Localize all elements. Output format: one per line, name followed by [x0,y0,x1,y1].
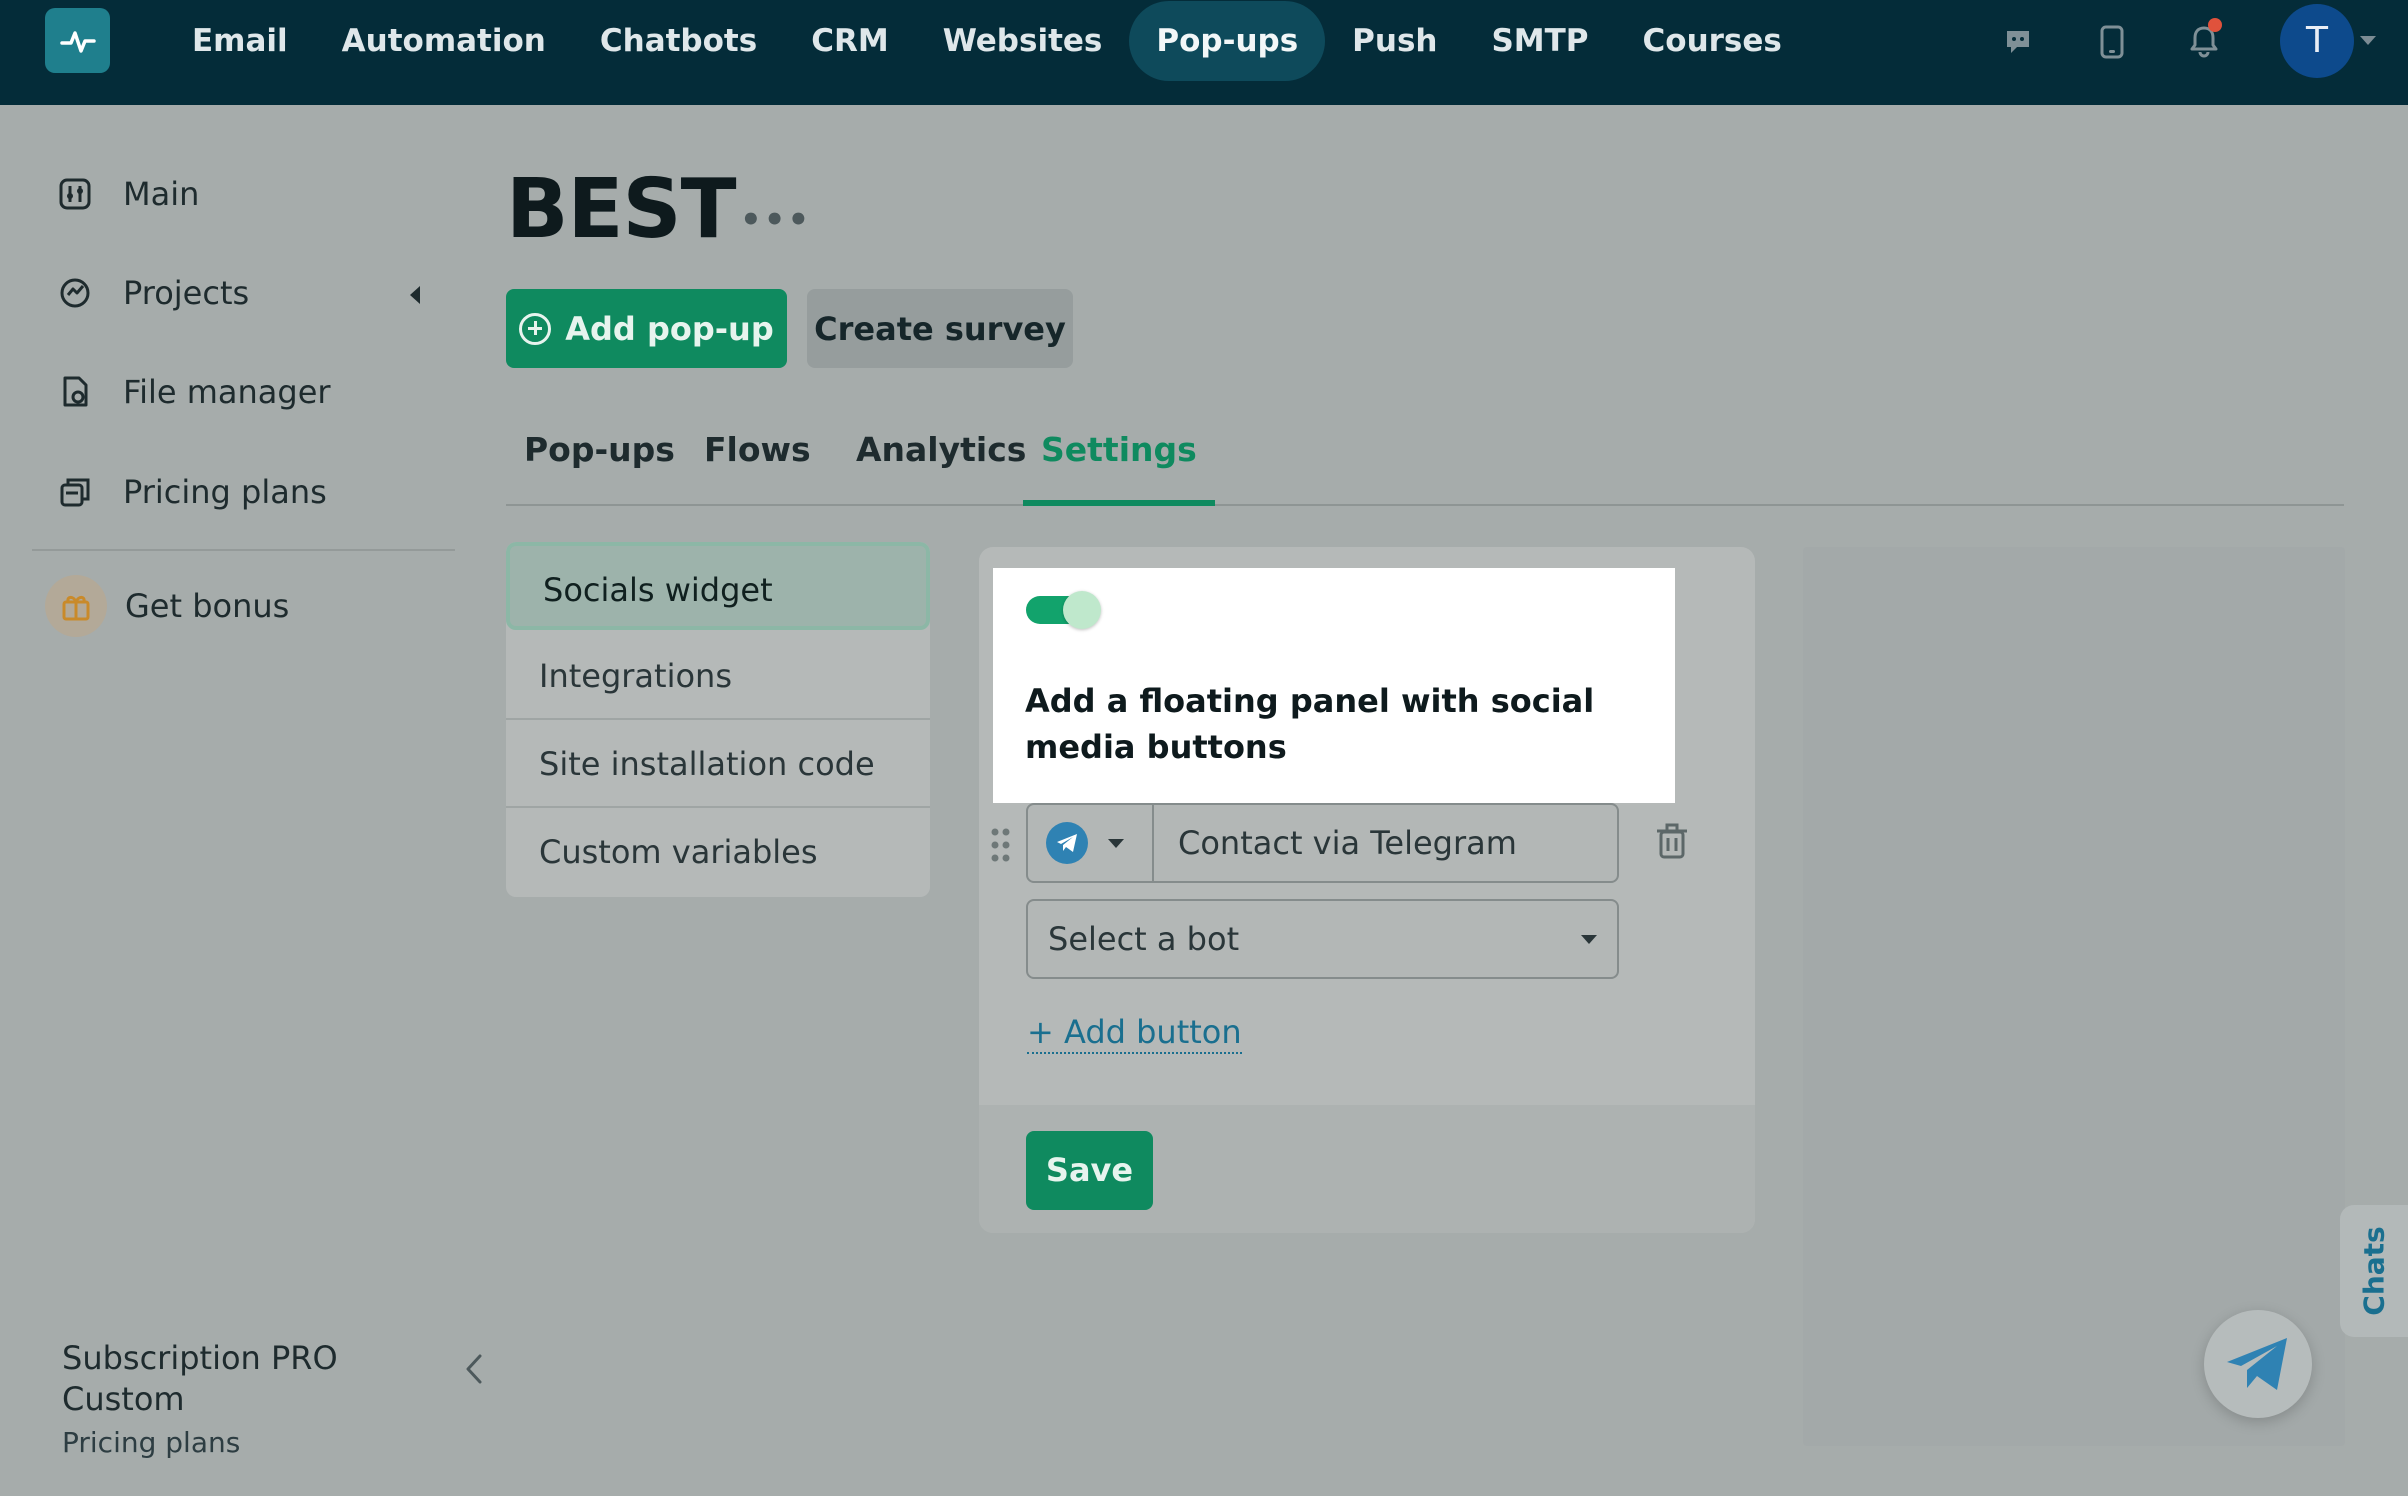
telegram-icon [2227,1338,2287,1390]
nav-smtp[interactable]: SMTP [1464,1,1615,81]
more-options-icon[interactable]: ••• [740,200,811,240]
sidebar-item-label: Get bonus [125,587,290,625]
tab-bar: Pop-ups Flows Analytics Settings [506,420,2344,506]
sidebar-item-label: Projects [123,274,250,312]
sidebar-item-label: Pricing plans [123,473,327,511]
pricing-plans-link[interactable]: Pricing plans [62,1426,422,1459]
menu-socials-widget[interactable]: Socials widget [506,542,930,630]
user-avatar[interactable]: T [2280,4,2354,78]
plus-circle-icon [519,312,552,345]
nav-popups[interactable]: Pop-ups [1129,1,1326,81]
page-title: BEST [506,162,737,257]
chevron-down-icon [1108,838,1124,848]
social-button-row [1026,803,1619,883]
mobile-icon[interactable] [2092,22,2132,62]
menu-integrations[interactable]: Integrations [506,632,930,720]
bot-select-value: Select a bot [1048,920,1240,958]
telegram-floating-button[interactable] [2204,1310,2312,1418]
sidebar-item-pricing-plans[interactable]: Pricing plans [55,462,327,522]
nav-chatbots[interactable]: Chatbots [573,1,784,81]
menu-site-installation-code[interactable]: Site installation code [506,720,930,808]
save-button[interactable]: Save [1026,1131,1153,1210]
sidebar-item-get-bonus[interactable]: Get bonus [45,575,290,637]
drag-handle-icon[interactable] [990,827,1012,863]
pricing-icon [55,472,95,512]
pulse-logo-icon [59,30,96,53]
nav-crm[interactable]: CRM [784,1,915,81]
sidebar-divider [32,549,455,551]
chats-label: Chats [2357,1226,2391,1316]
gift-icon [45,575,107,637]
chat-icon[interactable] [1998,22,2038,62]
tab-flows[interactable]: Flows [686,420,829,506]
telegram-icon [1046,822,1088,864]
subscription-info: Subscription PRO Custom Pricing plans [62,1338,422,1459]
sidebar-item-label: File manager [123,373,331,411]
add-popup-button[interactable]: Add pop-up [506,289,787,368]
chats-side-tab[interactable]: Chats [2340,1205,2408,1337]
settings-menu: Socials widget Integrations Site install… [506,542,930,897]
file-icon [55,372,95,412]
nav-websites[interactable]: Websites [916,1,1130,81]
top-navigation-bar: Email Automation Chatbots CRM Websites P… [0,0,2408,105]
nav-courses[interactable]: Courses [1616,1,1809,81]
add-social-button-link[interactable]: + Add button [1027,1012,1242,1054]
avatar-chevron-down-icon[interactable] [2360,36,2376,45]
nav-push[interactable]: Push [1325,1,1464,81]
sidebar-item-main[interactable]: Main [55,164,199,224]
projects-expand-caret-icon[interactable] [410,286,420,304]
tab-settings[interactable]: Settings [1023,420,1215,506]
social-network-picker[interactable] [1028,805,1154,881]
chevron-down-icon [1581,935,1597,944]
notification-dot [2208,18,2222,32]
social-button-text-input[interactable] [1154,805,1594,881]
toggle-knob[interactable] [1063,591,1101,629]
subscription-title: Subscription PRO Custom [62,1339,338,1418]
sidebar-item-label: Main [123,175,200,213]
trash-icon[interactable] [1655,822,1689,860]
tab-popups[interactable]: Pop-ups [506,420,693,506]
add-popup-label: Add pop-up [565,309,774,348]
app-logo[interactable] [45,8,110,73]
sidebar-item-projects[interactable]: Projects [55,263,249,323]
nav-automation[interactable]: Automation [315,1,573,81]
widget-heading: Add a floating panel with social media b… [1025,682,1595,766]
collapse-sidebar-icon[interactable] [462,1352,486,1386]
projects-icon [55,273,95,313]
menu-custom-variables[interactable]: Custom variables [506,808,930,896]
tab-analytics[interactable]: Analytics [838,420,1044,506]
main-nav: Email Automation Chatbots CRM Websites P… [165,0,1809,82]
sidebar-item-file-manager[interactable]: File manager [55,362,331,422]
create-survey-button[interactable]: Create survey [807,289,1073,368]
bot-select[interactable]: Select a bot [1026,899,1619,979]
nav-email[interactable]: Email [165,1,315,81]
dashboard-icon [55,174,95,214]
bell-icon[interactable] [2184,18,2224,62]
